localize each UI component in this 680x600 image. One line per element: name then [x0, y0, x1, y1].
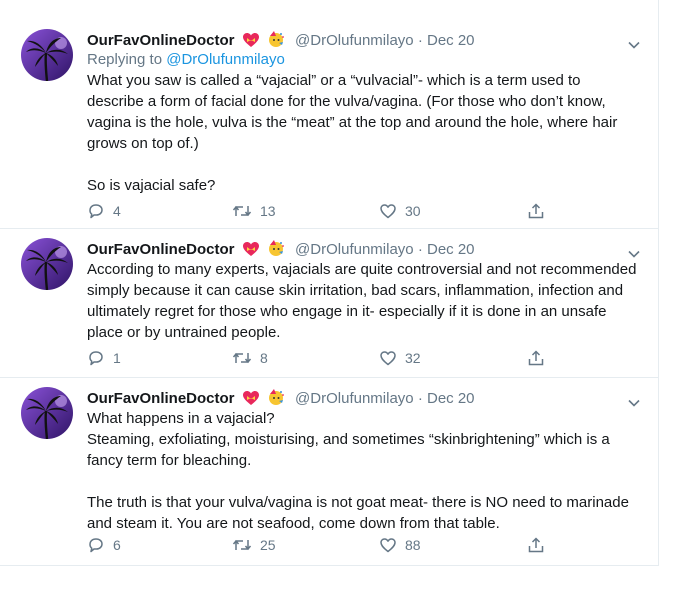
palm-tree-avatar-icon — [21, 238, 73, 290]
tweet-text: What you saw is called a “vajacial” or a… — [87, 70, 640, 196]
tweet-1[interactable]: OurFavOnlineDoctor @DrOlufunmilayo · Dec… — [0, 20, 658, 229]
like-button[interactable]: 88 — [379, 536, 421, 554]
retweet-icon — [232, 539, 252, 551]
separator-dot: · — [417, 390, 423, 407]
share-icon — [528, 537, 544, 553]
share-button[interactable] — [527, 202, 553, 220]
heart-icon — [380, 204, 396, 219]
reply-icon — [89, 351, 103, 366]
heart-icon — [380, 351, 396, 366]
tweet-paragraph: According to many experts, vajacials are… — [87, 261, 637, 341]
tweet-header: OurFavOnlineDoctor @DrOlufunmilayo · Dec… — [87, 388, 640, 408]
separator-dot: · — [417, 32, 423, 49]
tweet-paragraph: Steaming, exfoliating, moisturising, and… — [87, 431, 610, 469]
reply-count: 6 — [113, 537, 121, 553]
heart-icon — [380, 538, 396, 553]
reply-icon — [89, 204, 103, 219]
tweet-actions: 6 25 88 — [87, 536, 557, 556]
avatar[interactable] — [21, 238, 73, 290]
reply-button[interactable]: 1 — [87, 349, 121, 367]
retweet-icon — [232, 205, 252, 217]
retweet-icon — [232, 352, 252, 364]
tweet-actions: 1 8 32 — [87, 349, 557, 369]
share-button[interactable] — [527, 536, 553, 554]
like-count: 32 — [405, 350, 421, 366]
tweet-2[interactable]: OurFavOnlineDoctor @DrOlufunmilayo · Dec… — [0, 229, 658, 378]
tweet-header: OurFavOnlineDoctor @DrOlufunmilayo · Dec… — [87, 30, 640, 50]
chevron-down-icon[interactable] — [628, 394, 640, 412]
retweet-count: 8 — [260, 350, 268, 366]
retweet-count: 13 — [260, 203, 276, 219]
like-count: 30 — [405, 203, 421, 219]
handle[interactable]: @DrOlufunmilayo — [295, 390, 414, 407]
palm-tree-avatar-icon — [21, 29, 73, 81]
chevron-down-icon[interactable] — [628, 36, 640, 54]
palm-tree-avatar-icon — [21, 387, 73, 439]
reply-button[interactable]: 4 — [87, 202, 121, 220]
reply-count: 1 — [113, 350, 121, 366]
reply-button[interactable]: 6 — [87, 536, 121, 554]
share-button[interactable] — [527, 349, 553, 367]
chevron-down-icon[interactable] — [628, 245, 640, 263]
retweet-count: 25 — [260, 537, 276, 553]
tweet-paragraph: What happens in a vajacial? — [87, 410, 275, 427]
share-icon — [528, 203, 544, 219]
tweet-text: According to many experts, vajacials are… — [87, 259, 640, 343]
like-button[interactable]: 30 — [379, 202, 421, 220]
tweet-thread: OurFavOnlineDoctor @DrOlufunmilayo · Dec… — [0, 0, 659, 566]
handle[interactable]: @DrOlufunmilayo — [295, 241, 414, 258]
tweet-date[interactable]: Dec 20 — [427, 390, 475, 407]
retweet-button[interactable]: 8 — [232, 349, 268, 367]
tweet-text: What happens in a vajacial? Steaming, ex… — [87, 408, 640, 534]
tweet-header: OurFavOnlineDoctor @DrOlufunmilayo · Dec… — [87, 239, 640, 259]
display-name[interactable]: OurFavOnlineDoctor — [87, 390, 235, 407]
reply-count: 4 — [113, 203, 121, 219]
reply-icon — [89, 538, 103, 553]
handle[interactable]: @DrOlufunmilayo — [295, 32, 414, 49]
replying-to-link[interactable]: @DrOlufunmilayo — [166, 51, 285, 68]
retweet-button[interactable]: 13 — [232, 202, 276, 220]
replying-to-label: Replying to — [87, 51, 167, 68]
tweet-date[interactable]: Dec 20 — [427, 32, 475, 49]
share-icon — [528, 350, 544, 366]
like-button[interactable]: 32 — [379, 349, 421, 367]
tweet-actions: 4 13 30 — [87, 202, 557, 222]
display-name[interactable]: OurFavOnlineDoctor — [87, 241, 235, 258]
tweet-paragraph: The truth is that your vulva/vagina is n… — [87, 494, 629, 532]
tweet-3[interactable]: OurFavOnlineDoctor @DrOlufunmilayo · Dec… — [0, 378, 658, 564]
avatar[interactable] — [21, 387, 73, 439]
tweet-date[interactable]: Dec 20 — [427, 241, 475, 258]
like-count: 88 — [405, 537, 421, 553]
replying-to: Replying to @DrOlufunmilayo — [87, 50, 640, 70]
avatar[interactable] — [21, 29, 73, 81]
tweet-paragraph: So is vajacial safe? — [87, 177, 216, 194]
display-name[interactable]: OurFavOnlineDoctor — [87, 32, 235, 49]
tweet-paragraph: What you saw is called a “vajacial” or a… — [87, 72, 618, 152]
retweet-button[interactable]: 25 — [232, 536, 276, 554]
separator-dot: · — [417, 241, 423, 258]
